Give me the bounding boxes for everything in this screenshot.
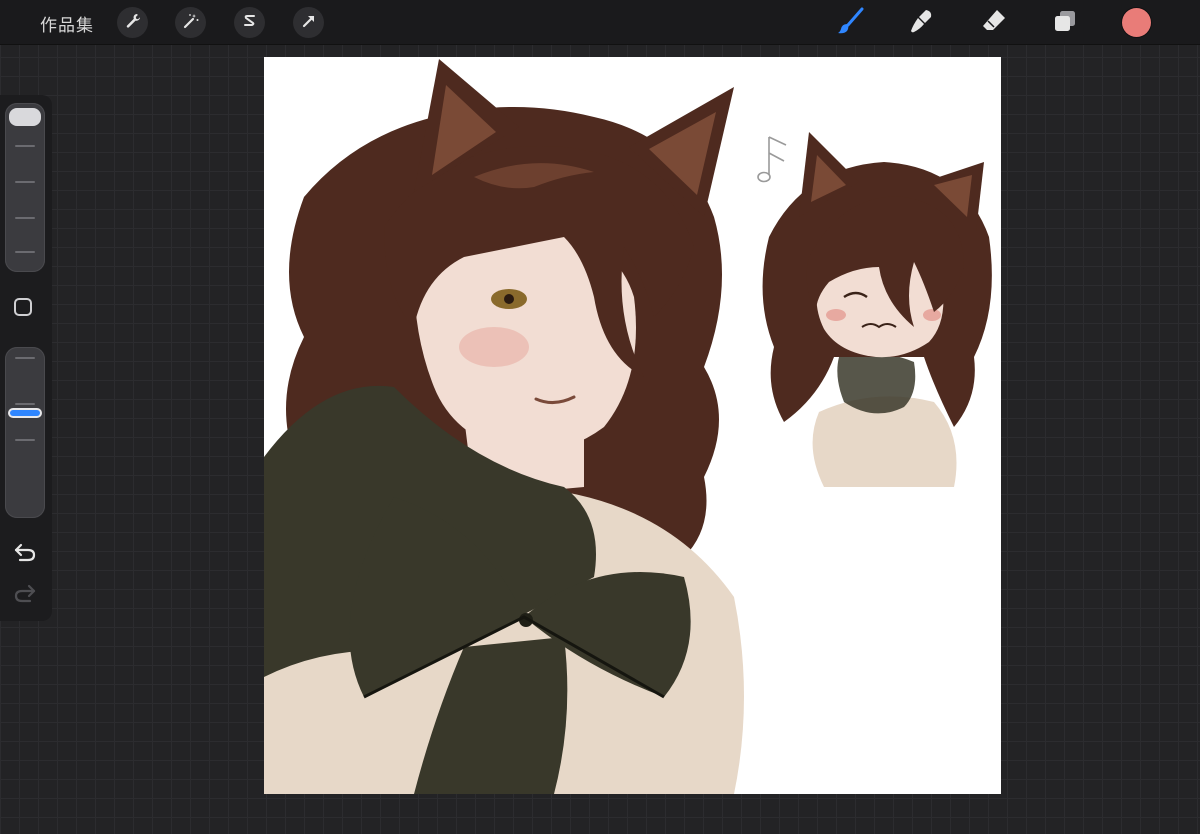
- actions-button[interactable]: [117, 7, 148, 38]
- transform-arrow-icon: [300, 12, 318, 34]
- music-note-doodle: [768, 136, 787, 175]
- brush-opacity-knob[interactable]: [10, 410, 40, 417]
- eraser-icon: [980, 7, 1008, 39]
- selection-button[interactable]: [234, 7, 265, 38]
- smudge-tool[interactable]: [906, 7, 938, 39]
- slider-tick: [15, 439, 35, 441]
- modify-square-icon[interactable]: [14, 298, 32, 316]
- artwork: [264, 59, 992, 794]
- chibi-blush-left: [826, 309, 846, 321]
- brush-icon: [836, 6, 866, 40]
- main-figure-pupil: [504, 294, 514, 304]
- adjustments-button[interactable]: [175, 7, 206, 38]
- transform-button[interactable]: [293, 7, 324, 38]
- top-toolbar: 作品集: [0, 0, 1200, 45]
- slider-tick: [15, 403, 35, 405]
- slider-tick: [15, 181, 35, 183]
- redo-button[interactable]: [12, 583, 38, 607]
- slider-tick: [15, 251, 35, 253]
- chibi-blush-right: [923, 309, 941, 321]
- color-swatch[interactable]: [1122, 8, 1151, 37]
- main-figure-blush: [459, 327, 529, 367]
- slider-tick: [15, 145, 35, 147]
- undo-icon: [13, 541, 37, 567]
- undo-button[interactable]: [12, 542, 38, 566]
- brush-size-slider[interactable]: [5, 103, 45, 272]
- redo-icon: [13, 582, 37, 608]
- slider-tick: [15, 357, 35, 359]
- gallery-button[interactable]: 作品集: [40, 11, 94, 36]
- slider-tick: [15, 217, 35, 219]
- left-sidebar: [0, 95, 52, 621]
- brush-opacity-slider[interactable]: [5, 347, 45, 518]
- selection-icon: [241, 12, 259, 34]
- music-note-head: [757, 171, 771, 183]
- magic-wand-icon: [182, 12, 200, 34]
- eraser-tool[interactable]: [978, 7, 1010, 39]
- wrench-icon: [124, 12, 142, 34]
- brush-tool[interactable]: [835, 7, 867, 39]
- layers-button[interactable]: [1049, 7, 1081, 39]
- brush-size-knob[interactable]: [9, 108, 41, 126]
- drawing-canvas[interactable]: [264, 57, 1001, 794]
- smudge-icon: [908, 7, 936, 39]
- chibi-scarf: [837, 353, 916, 414]
- layers-icon: [1052, 8, 1078, 38]
